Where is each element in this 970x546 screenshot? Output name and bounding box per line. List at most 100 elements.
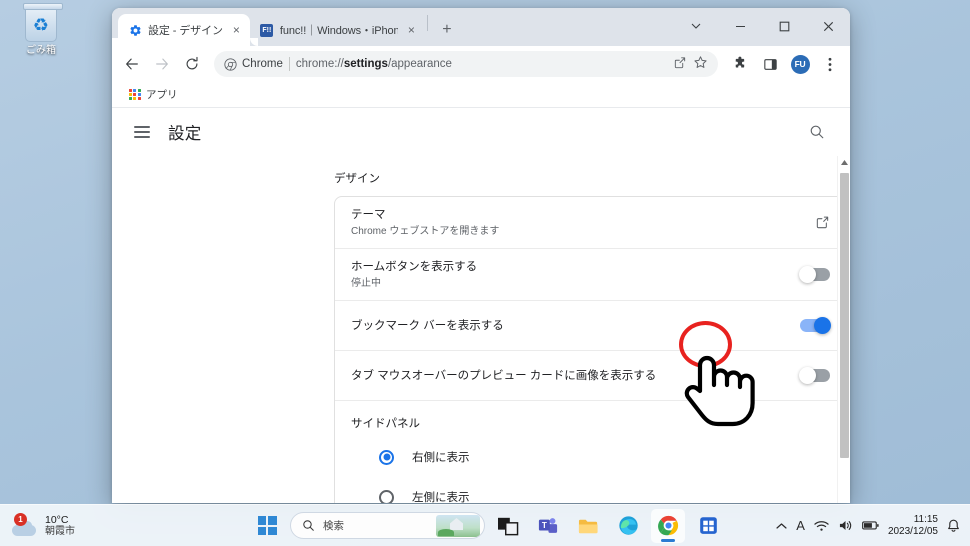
close-icon[interactable] bbox=[806, 10, 850, 42]
taskbar-item-chrome[interactable] bbox=[651, 508, 685, 543]
start-button[interactable] bbox=[250, 509, 284, 543]
radio-show-on-left[interactable] bbox=[379, 489, 394, 503]
volume-icon[interactable] bbox=[838, 519, 853, 532]
wifi-icon[interactable] bbox=[814, 520, 829, 532]
side-panel-icon[interactable] bbox=[756, 50, 784, 78]
forward-button[interactable] bbox=[148, 50, 176, 78]
recycle-bin-icon: ♻ bbox=[23, 3, 63, 42]
omnibox-divider bbox=[288, 57, 290, 71]
taskbar-search-box[interactable]: 検索 bbox=[290, 512, 485, 539]
puzzle-icon[interactable] bbox=[726, 50, 754, 78]
section-title-appearance: デザイン bbox=[334, 173, 380, 185]
radio-row-show-on-left[interactable]: 左側に表示 bbox=[335, 477, 846, 503]
weather-city: 朝霞市 bbox=[45, 525, 75, 537]
profile-avatar[interactable]: FU bbox=[786, 50, 814, 78]
omnibox-chrome-chip: Chrome bbox=[224, 57, 283, 71]
star-icon[interactable] bbox=[693, 55, 708, 73]
taskbar-item-edge[interactable] bbox=[611, 509, 645, 543]
store-icon bbox=[699, 517, 717, 534]
tab-close-button[interactable]: × bbox=[404, 23, 419, 38]
toggle-show-home-button[interactable] bbox=[799, 266, 830, 283]
bookmark-apps[interactable]: アプリ bbox=[124, 85, 183, 104]
taskbar-app-row: 検索 T bbox=[250, 508, 725, 543]
avatar: FU bbox=[790, 54, 810, 74]
minimize-icon[interactable] bbox=[718, 10, 762, 42]
chrome-browser-window: 設定 - デザイン × F!! func!!｜Windows・iPhoneの使い… bbox=[112, 8, 850, 503]
side-panel-group-label: サイドパネル bbox=[351, 418, 420, 430]
maximize-icon[interactable] bbox=[762, 10, 806, 42]
radio-label: 左側に表示 bbox=[412, 492, 470, 503]
weather-text: 10°C 朝霞市 bbox=[45, 514, 75, 538]
desktop-icon-label: ごみ箱 bbox=[26, 45, 56, 56]
search-illustration-icon bbox=[436, 515, 480, 537]
folder-icon bbox=[578, 519, 598, 533]
radio-show-on-right[interactable] bbox=[379, 449, 394, 465]
address-bar[interactable]: Chrome chrome://settings/appearance bbox=[214, 51, 718, 77]
f-site-icon: F!! bbox=[260, 23, 274, 37]
bell-icon[interactable] bbox=[947, 519, 960, 533]
tray-overflow-chevron-up-icon[interactable] bbox=[776, 522, 787, 530]
back-button[interactable] bbox=[118, 50, 146, 78]
omnibox-chip-label: Chrome bbox=[242, 58, 283, 70]
tab-close-button[interactable]: × bbox=[229, 23, 244, 38]
row-title: ブックマーク バーを表示する bbox=[351, 319, 504, 332]
page-title: 設定 bbox=[168, 125, 202, 143]
search-icon[interactable] bbox=[806, 121, 828, 143]
scroll-up-arrow-icon[interactable] bbox=[838, 156, 850, 169]
row-title: ホームボタンを表示する bbox=[351, 260, 478, 273]
weather-temperature: 10°C bbox=[45, 513, 69, 526]
radio-label: 右側に表示 bbox=[412, 452, 470, 464]
taskbar-weather-widget[interactable]: 1 10°C 朝霞市 bbox=[0, 512, 250, 538]
appearance-card: テーマ Chrome ウェブストアを開きます ホームボタンを表示する 停止中 ブ… bbox=[334, 196, 847, 503]
settings-row-tab-hover-preview-images[interactable]: タブ マウスオーバーのプレビュー カードに画像を表示する bbox=[335, 351, 846, 401]
tab-settings[interactable]: 設定 - デザイン × bbox=[118, 14, 258, 46]
taskbar-item-file-explorer[interactable] bbox=[571, 509, 605, 543]
browser-toolbar: Chrome chrome://settings/appearance FU bbox=[112, 46, 850, 82]
scrollbar-track[interactable] bbox=[839, 169, 849, 503]
settings-row-show-bookmarks-bar[interactable]: ブックマーク バーを表示する bbox=[335, 301, 846, 351]
taskbar-clock[interactable]: 11:15 2023/12/05 bbox=[888, 514, 938, 538]
tab-func-site[interactable]: F!! func!!｜Windows・iPhoneの使い × bbox=[250, 14, 425, 46]
settings-row-theme[interactable]: テーマ Chrome ウェブストアを開きます bbox=[335, 197, 846, 249]
taskbar-item-microsoft-store[interactable] bbox=[691, 509, 725, 543]
settings-page: 設定 デザイン テーマ Chrome ウェブストアを開きます ホームボタンを表示… bbox=[112, 108, 850, 503]
bookmark-label: アプリ bbox=[146, 89, 178, 101]
scrollbar-thumb[interactable] bbox=[840, 173, 849, 458]
cloud-icon: 1 bbox=[12, 512, 38, 537]
settings-body: デザイン テーマ Chrome ウェブストアを開きます ホームボタンを表示する … bbox=[112, 156, 850, 503]
desktop-icon-recycle-bin[interactable]: ♻ ごみ箱 bbox=[10, 3, 72, 57]
omnibox-actions bbox=[673, 55, 708, 73]
notification-badge: 1 bbox=[14, 512, 27, 526]
hamburger-icon[interactable] bbox=[134, 126, 150, 138]
chrome-icon bbox=[657, 515, 678, 536]
row-title: テーマ bbox=[351, 208, 386, 221]
toggle-show-bookmarks-bar[interactable] bbox=[800, 317, 831, 334]
new-tab-button[interactable]: + bbox=[434, 17, 460, 43]
tab-title: func!!｜Windows・iPhoneの使い bbox=[279, 25, 398, 37]
settings-row-show-home-button[interactable]: ホームボタンを表示する 停止中 bbox=[335, 249, 846, 301]
window-controls bbox=[674, 8, 850, 44]
external-link-icon[interactable] bbox=[814, 215, 830, 231]
radio-row-show-on-right[interactable]: 右側に表示 bbox=[335, 437, 846, 477]
taskbar-search-placeholder: 検索 bbox=[323, 520, 344, 532]
reload-button[interactable] bbox=[178, 50, 206, 78]
taskbar-item-teams[interactable]: T bbox=[531, 509, 565, 543]
tab-separator bbox=[426, 15, 428, 31]
system-tray: A 11:15 2023/12/05 bbox=[776, 514, 970, 538]
teams-icon: T bbox=[538, 517, 558, 533]
task-view-icon bbox=[498, 517, 519, 535]
taskbar-item-task-view[interactable] bbox=[491, 509, 525, 543]
battery-icon[interactable] bbox=[862, 520, 879, 531]
three-dot-menu-icon[interactable] bbox=[816, 50, 844, 78]
tab-search-chevron-down-icon[interactable] bbox=[674, 10, 718, 42]
share-icon[interactable] bbox=[673, 56, 687, 73]
row-subtitle: 停止中 bbox=[351, 277, 381, 289]
bookmarks-bar: アプリ bbox=[112, 82, 850, 108]
page-scrollbar[interactable] bbox=[837, 156, 850, 503]
clock-date: 2023/12/05 bbox=[887, 525, 938, 537]
toggle-tab-hover-preview-images[interactable] bbox=[799, 367, 830, 384]
ime-mode-indicator[interactable]: A bbox=[796, 518, 805, 533]
chrome-icon bbox=[224, 57, 237, 71]
windows-taskbar: 1 10°C 朝霞市 検索 T A 11:15 2023/12/05 bbox=[0, 504, 970, 546]
tab-strip: 設定 - デザイン × F!! func!!｜Windows・iPhoneの使い… bbox=[112, 8, 850, 46]
